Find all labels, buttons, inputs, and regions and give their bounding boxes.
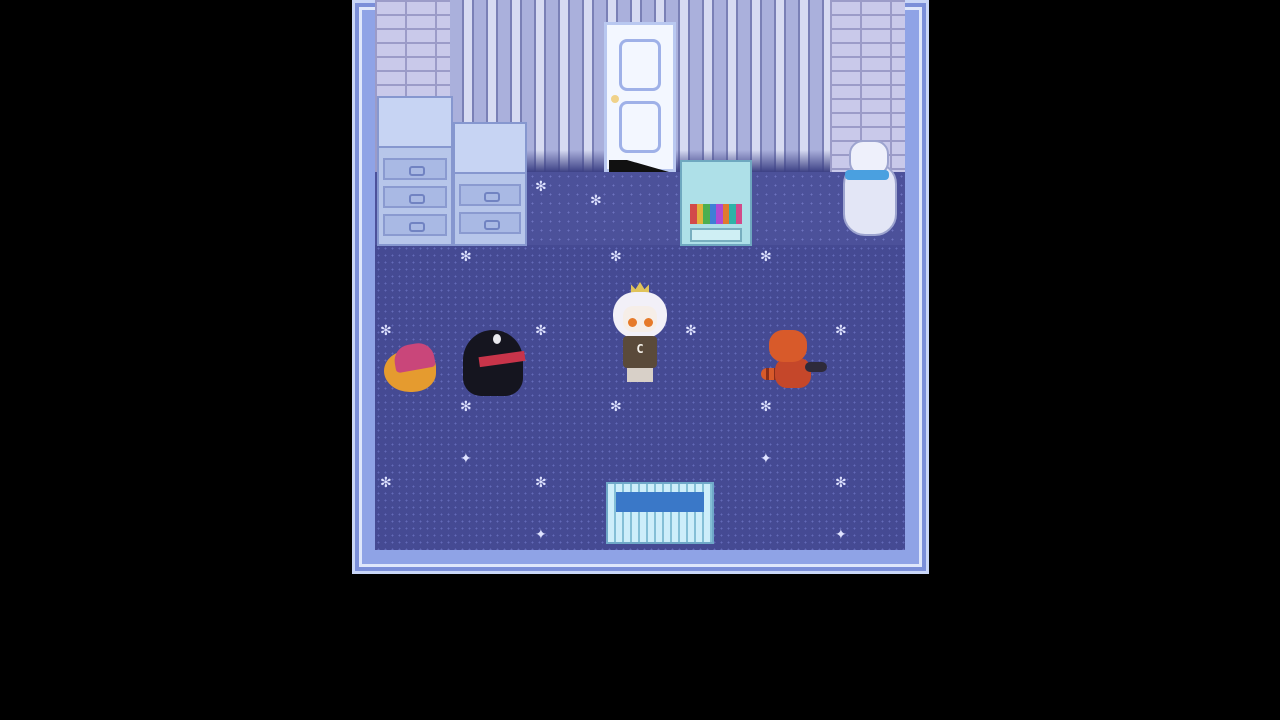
red-panda-head <box>769 330 807 362</box>
sparkle-icon: ✻ <box>535 475 547 491</box>
sparkle-icon: ✻ <box>535 323 547 339</box>
short-dresser[interactable] <box>453 122 527 246</box>
baby-crib[interactable] <box>606 482 714 544</box>
sparkle-icon: ✻ <box>460 399 472 415</box>
shirt-letter: C <box>636 342 644 356</box>
dresser-top <box>379 98 451 148</box>
player-character[interactable]: C <box>611 282 669 384</box>
player-eye <box>628 318 637 327</box>
player-legs <box>627 368 653 382</box>
sparkle-icon: ✻ <box>610 249 622 265</box>
bookshelf <box>690 204 742 224</box>
sparkle-icon: ✻ <box>685 323 697 339</box>
door-panel-top <box>619 39 661 91</box>
teddy-bear-npc[interactable] <box>831 140 903 246</box>
white-door[interactable] <box>604 22 676 172</box>
crib-mattress <box>616 492 704 512</box>
dresser-drawer <box>383 186 447 208</box>
red-panda-arm <box>805 362 827 372</box>
sparkle-icon: ✻ <box>535 179 547 195</box>
tall-dresser[interactable] <box>377 96 453 246</box>
nightstand-drawer <box>690 228 742 242</box>
bear-scarf <box>845 170 889 180</box>
door-knob-icon <box>611 95 619 103</box>
sparkle-icon: ✻ <box>835 323 847 339</box>
sparkle-icon: ✦ <box>535 527 547 543</box>
sparkle-icon: ✻ <box>760 399 772 415</box>
game-viewport: ✻ ✻ ✻ ✻ ✻ ✻ ✻ ✻ ✻ ✻ ✻ ✻ ✻ ✻ ✻ ✦ ✦ ✦ ✦ C <box>0 0 1280 720</box>
sparkle-icon: ✦ <box>460 451 472 467</box>
sparkle-icon: ✦ <box>835 527 847 543</box>
dresser-drawer <box>383 214 447 236</box>
player-eye <box>644 318 653 327</box>
dresser-drawer <box>459 212 521 234</box>
sparkle-icon: ✻ <box>460 249 472 265</box>
sparkle-icon: ✻ <box>760 249 772 265</box>
nightstand-with-books[interactable] <box>680 160 752 246</box>
dresser-drawer <box>383 158 447 180</box>
red-panda-npc[interactable] <box>761 324 829 398</box>
crow-eye <box>493 334 501 344</box>
dresser-top <box>455 124 525 174</box>
sparkle-icon: ✻ <box>380 475 392 491</box>
sparkle-icon: ✦ <box>760 451 772 467</box>
sparkle-icon: ✻ <box>590 193 602 209</box>
fox-plush-npc[interactable] <box>380 336 446 396</box>
sparkle-icon: ✻ <box>835 475 847 491</box>
crow-npc[interactable] <box>453 322 527 398</box>
door-panel-bottom <box>619 101 661 153</box>
dresser-drawer <box>459 184 521 206</box>
room: ✻ ✻ ✻ ✻ ✻ ✻ ✻ ✻ ✻ ✻ ✻ ✻ ✻ ✻ ✻ ✦ ✦ ✦ ✦ C <box>375 0 905 550</box>
sparkle-icon: ✻ <box>610 399 622 415</box>
